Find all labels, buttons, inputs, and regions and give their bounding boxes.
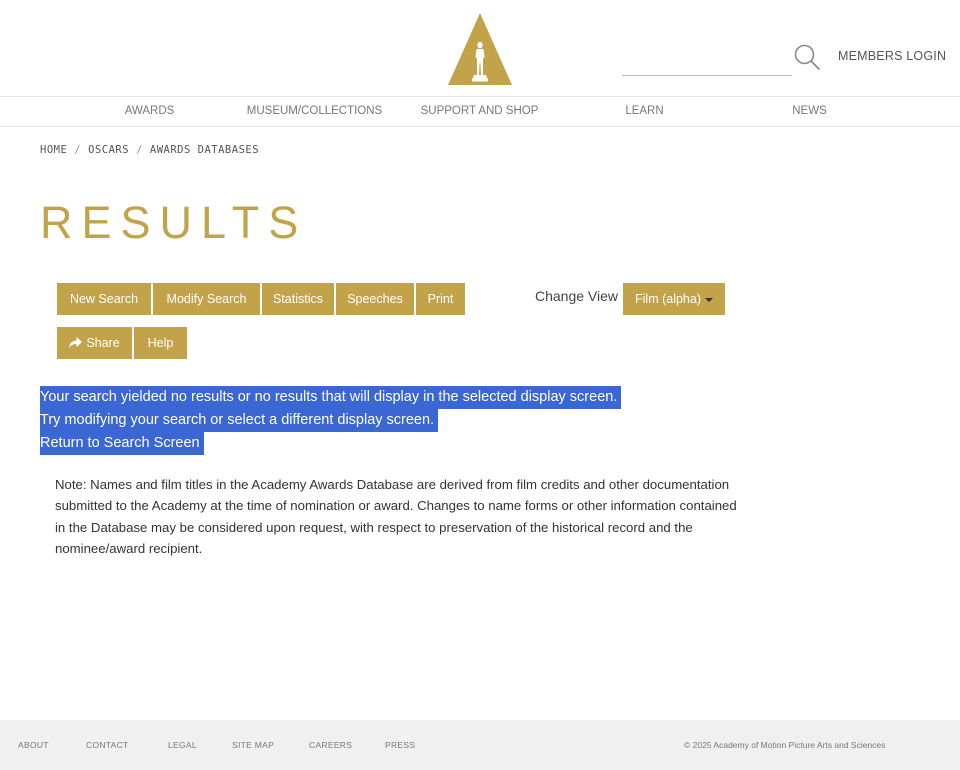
search-input[interactable] [622,40,792,76]
search-icon[interactable] [793,43,821,71]
main-nav: AWARDS MUSEUM/COLLECTIONS SUPPORT AND SH… [0,96,960,127]
site-header: MEMBERS LOGIN [0,0,960,96]
modify-search-button[interactable]: Modify Search [153,283,260,315]
breadcrumb-oscars[interactable]: OSCARS [88,144,129,156]
nav-item-news[interactable]: NEWS [727,97,892,126]
copyright-text: © 2025 Academy of Motion Picture Arts an… [684,740,886,750]
footer-link-contact[interactable]: CONTACT [86,740,129,750]
speeches-button[interactable]: Speeches [336,283,414,315]
change-view-dropdown[interactable]: Film (alpha) [623,283,725,315]
breadcrumb: HOME / OSCARS / AWARDS DATABASES [40,144,259,156]
database-note: Note: Names and film titles in the Acade… [55,477,737,556]
breadcrumb-home[interactable]: HOME [40,144,67,156]
nav-item-support-and-shop[interactable]: SUPPORT AND SHOP [397,97,562,126]
statistics-button[interactable]: Statistics [262,283,334,315]
footer-link-careers[interactable]: CAREERS [309,740,352,750]
change-view-label: Change View [535,288,619,304]
change-view-selected: Film (alpha) [635,292,701,306]
oscar-logo[interactable] [448,13,512,85]
breadcrumb-separator: / [136,144,143,156]
nav-item-museum-collections[interactable]: MUSEUM/COLLECTIONS [232,97,397,126]
footer-link-press[interactable]: PRESS [385,740,415,750]
modify-search-hint: Try modifying your search or select a di… [40,409,439,432]
breadcrumb-awards-databases[interactable]: AWARDS DATABASES [150,144,259,156]
no-results-message: Your search yielded no results or no res… [40,386,622,409]
new-search-button[interactable]: New Search [57,283,151,315]
share-label: Share [86,336,120,350]
caret-down-icon [705,297,713,302]
print-button[interactable]: Print [416,283,465,315]
nav-item-learn[interactable]: LEARN [562,97,727,126]
share-button[interactable]: Share [57,327,132,359]
footer-link-site-map[interactable]: SITE MAP [232,740,274,750]
page-title: RESULTS [40,197,308,248]
nav-item-awards[interactable]: AWARDS [67,97,232,126]
footer-link-about[interactable]: ABOUT [18,740,49,750]
return-to-search-link[interactable]: Return to Search Screen [40,432,204,455]
footer-link-legal[interactable]: LEGAL [168,740,197,750]
members-login-link[interactable]: MEMBERS LOGIN [838,49,946,63]
site-footer: ABOUT CONTACT LEGAL SITE MAP CAREERS PRE… [0,720,960,770]
breadcrumb-separator: / [74,144,82,156]
share-icon [69,336,83,348]
help-button[interactable]: Help [134,327,187,359]
